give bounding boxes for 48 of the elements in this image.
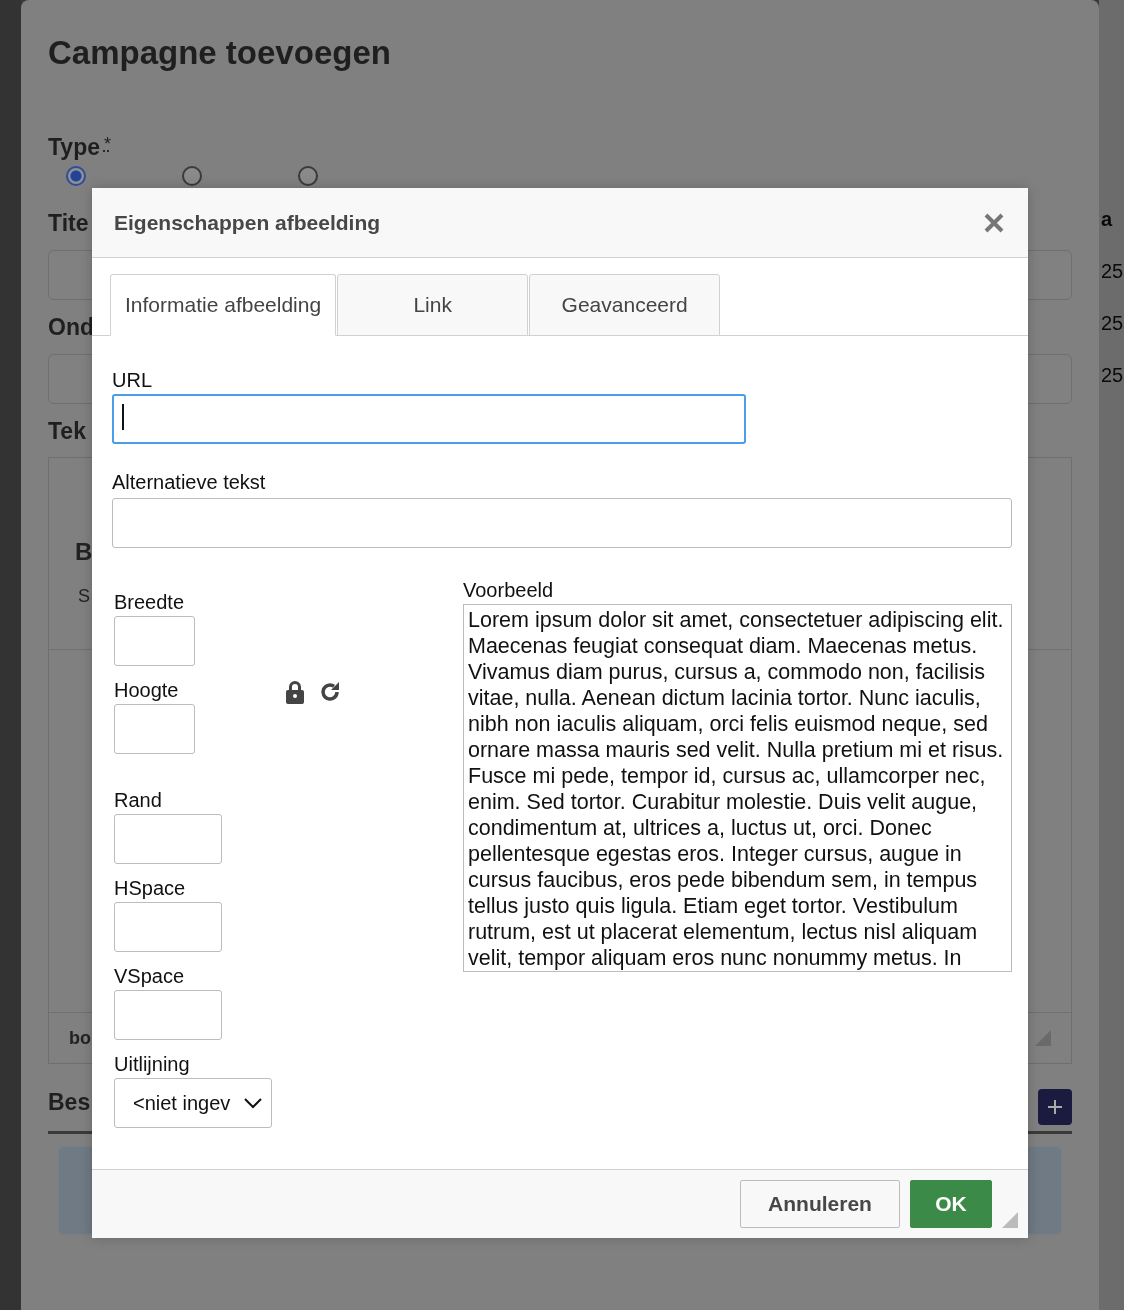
section-heading: Bes <box>48 1089 91 1115</box>
chevron-down-icon <box>243 1097 263 1109</box>
field-label: Breedte <box>114 590 185 614</box>
ok-button[interactable]: OK <box>910 1180 992 1228</box>
modal-title: Campagne toevoegen <box>48 33 391 73</box>
tab[interactable]: Geavanceerd <box>529 274 721 336</box>
plus-icon <box>1046 1098 1064 1116</box>
field-label: Rand <box>114 788 162 812</box>
reset-icon[interactable] <box>318 680 342 704</box>
required-mark: * <box>104 134 111 155</box>
input-field[interactable] <box>114 902 222 952</box>
field-label: Hoogte <box>114 678 179 702</box>
add-button[interactable] <box>1038 1089 1072 1125</box>
table-cell-text: 25 <box>1101 311 1124 336</box>
tab[interactable]: Link <box>337 274 529 336</box>
input-field[interactable] <box>114 814 222 864</box>
field-label: Uitlijning <box>114 1052 190 1076</box>
input-field[interactable] <box>114 704 195 754</box>
field-label: Type <box>48 134 100 160</box>
field-label: Alternatieve tekst <box>112 470 266 494</box>
radio-button[interactable] <box>182 166 202 186</box>
url-field[interactable] <box>112 394 746 444</box>
table-cell-text: 25 <box>1101 363 1124 388</box>
resize-icon[interactable] <box>1002 1212 1018 1228</box>
radio-button[interactable] <box>66 166 86 186</box>
editor-heading: B <box>75 538 93 566</box>
radio-button[interactable] <box>298 166 318 186</box>
field-label: Voorbeeld <box>463 578 554 602</box>
field-label: Tite <box>48 210 89 236</box>
field-label: Tek <box>48 418 86 444</box>
input-field[interactable] <box>114 990 222 1040</box>
tab[interactable]: Informatie afbeelding <box>110 274 337 336</box>
lock-icon[interactable] <box>284 680 306 704</box>
input-field[interactable] <box>114 616 195 666</box>
preview-text: Lorem ipsum dolor sit amet, consectetuer adipiscing elit. Maecenas feugiat consequat diam. Maecenas metus. Vivamus diam purus, cursus a, commodo non, facilisis vitae, nulla. Aenean dictum lacinia tortor. Nunc iaculis, nibh non iaculis aliquam, orci felis euismod neque, sed ornare massa mauris sed velit. Nulla pretium mi et risus. Fusce mi pede, tempor id, cursus ac, ullamcorper nec, enim. Sed tortor. Curabitur molestie. Duis velit augue, condimentum at, ultrices a, luctus ut, orci. Donec pellentesque egestas eros. Integer cursus, augue in cursus faucibus, eros pede bibendum sem, in tempus tellus justo quis ligula. Etiam eget tortor. Vestibulum rutrum, est ut placerat elementum, lectus nisl aliquam velit, tempor aliquam eros nunc nonummy metus. In <box>463 604 1012 972</box>
field-label: URL <box>112 368 152 392</box>
field-label: VSpace <box>114 964 185 988</box>
field-label: Ond <box>48 314 94 340</box>
text-cursor <box>122 404 124 430</box>
field-label: HSpace <box>114 876 186 900</box>
cancel-button[interactable]: Annuleren <box>740 1180 900 1228</box>
alignment-select[interactable]: <niet ingev <box>114 1078 272 1128</box>
alt-text-field[interactable] <box>112 498 1012 548</box>
dialog-title: Eigenschappen afbeelding <box>114 210 381 235</box>
table-cell-text: a <box>1101 207 1113 232</box>
editor-status: bo <box>69 1027 91 1049</box>
editor-text: S <box>77 586 90 607</box>
table-cell-text: 25 <box>1101 259 1124 284</box>
